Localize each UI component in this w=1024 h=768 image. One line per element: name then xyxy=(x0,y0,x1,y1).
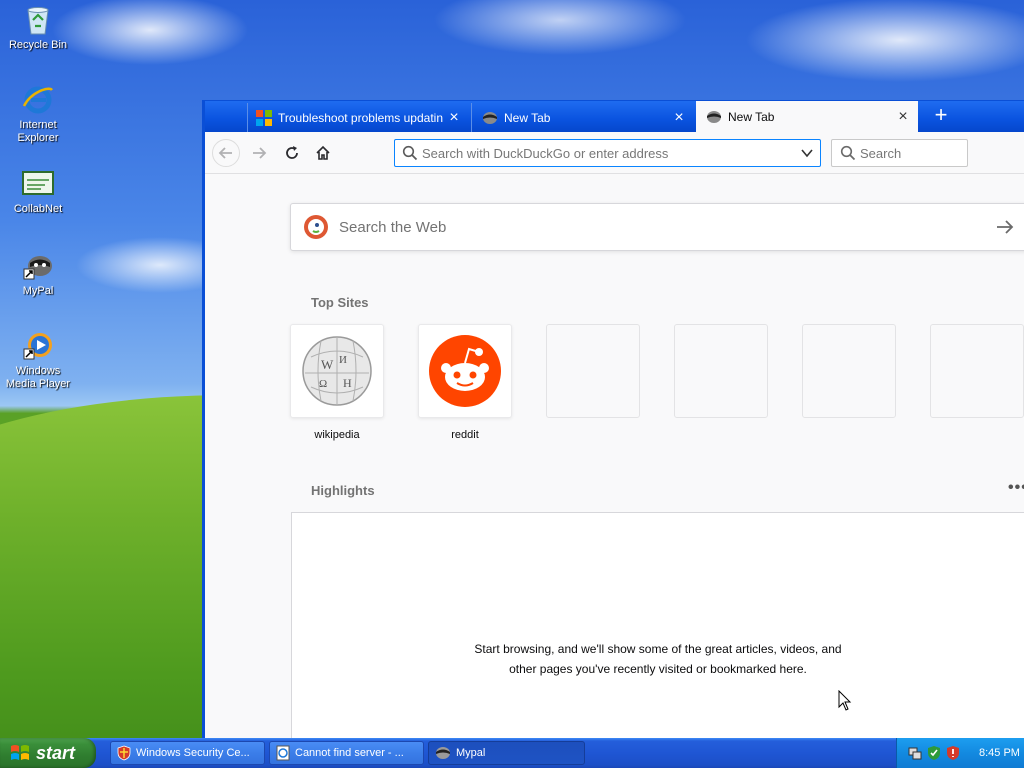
collabnet-icon xyxy=(22,171,54,195)
top-site-reddit[interactable] xyxy=(418,324,512,418)
top-sites-title: Top Sites xyxy=(311,295,369,310)
internet-explorer-icon xyxy=(22,86,53,114)
taskbar: start Windows Security Ce... Cannot find… xyxy=(0,738,1024,768)
top-site-empty[interactable] xyxy=(674,324,768,418)
web-search-box[interactable] xyxy=(290,203,1024,251)
desktop-icon-windows-media-player[interactable]: Windows Media Player xyxy=(0,330,76,391)
svg-text:И: И xyxy=(339,354,347,366)
reddit-icon xyxy=(429,335,501,407)
taskbar-item-label: Mypal xyxy=(456,747,486,759)
home-icon xyxy=(316,145,330,160)
tab-strip: Troubleshoot problems updating W × New T… xyxy=(205,101,1024,132)
address-input[interactable] xyxy=(418,145,800,161)
desktop-icon-label: Windows Media Player xyxy=(5,365,71,390)
tab-title: Troubleshoot problems updating W xyxy=(278,110,443,125)
taskbar-item-mypal[interactable]: Mypal xyxy=(428,741,585,765)
search-icon xyxy=(840,145,856,161)
web-search-input[interactable] xyxy=(329,218,995,236)
mypal-icon xyxy=(483,111,497,124)
close-icon[interactable]: × xyxy=(443,109,465,127)
search-input[interactable] xyxy=(856,145,959,161)
tab-troubleshoot[interactable]: Troubleshoot problems updating W × xyxy=(247,103,469,132)
windows-media-player-icon xyxy=(23,333,52,360)
tab-new-tab-1[interactable]: New Tab × xyxy=(471,103,694,132)
recycle-bin-icon xyxy=(27,7,49,35)
mouse-cursor-icon xyxy=(838,690,852,711)
reload-icon xyxy=(286,146,298,159)
chevron-down-icon[interactable] xyxy=(800,146,814,160)
svg-text:W: W xyxy=(321,357,334,372)
desktop-icon-label: Internet Explorer xyxy=(17,119,59,144)
ie-page-icon xyxy=(276,745,290,761)
url-bar[interactable] xyxy=(394,139,821,167)
desktop-icon-collabnet[interactable]: CollabNet xyxy=(0,168,76,216)
highlights-title: Highlights xyxy=(311,483,375,498)
desktop-icon-internet-explorer[interactable]: Internet Explorer xyxy=(0,84,76,145)
new-tab-page: Top Sites W И H Ω wikipedia r xyxy=(205,174,1024,740)
new-tab-button[interactable]: + xyxy=(930,104,952,127)
network-icon[interactable] xyxy=(907,745,923,761)
start-label: start xyxy=(36,742,76,763)
tab-title: New Tab xyxy=(504,110,551,125)
windows-logo-icon xyxy=(11,745,29,760)
browser-window: Troubleshoot problems updating W × New T… xyxy=(202,100,1024,740)
top-site-empty[interactable] xyxy=(802,324,896,418)
highlights-panel: Start browsing, and we'll show some of t… xyxy=(291,512,1024,740)
system-tray: 8:45 PM xyxy=(896,738,1024,768)
close-icon[interactable]: × xyxy=(892,108,914,126)
nav-toolbar xyxy=(205,132,1024,174)
desktop-icon-recycle-bin[interactable]: Recycle Bin xyxy=(0,4,76,52)
mypal-icon xyxy=(23,256,52,280)
desktop-icon-label: Recycle Bin xyxy=(8,39,68,51)
tab-title: New Tab xyxy=(728,109,775,124)
close-icon[interactable]: × xyxy=(668,109,690,127)
svg-text:Ω: Ω xyxy=(319,378,327,390)
forward-button[interactable] xyxy=(245,139,273,167)
back-button[interactable] xyxy=(212,139,240,167)
desktop-icon-mypal[interactable]: MyPal xyxy=(0,250,76,298)
desktop-icon-label: CollabNet xyxy=(13,203,63,215)
taskbar-item-windows-security[interactable]: Windows Security Ce... xyxy=(110,741,265,765)
top-site-wikipedia[interactable]: W И H Ω xyxy=(290,324,384,418)
arrow-right-icon[interactable] xyxy=(995,219,1015,235)
search-bar[interactable] xyxy=(831,139,968,167)
highlights-menu-button[interactable]: ••• xyxy=(1008,479,1024,497)
top-site-label: reddit xyxy=(451,429,479,441)
duckduckgo-icon xyxy=(304,215,328,239)
highlights-empty-message: Start browsing, and we'll show some of t… xyxy=(474,642,842,676)
top-site-empty[interactable] xyxy=(546,324,640,418)
arrow-right-icon xyxy=(253,147,267,159)
taskbar-item-cannot-find-server[interactable]: Cannot find server - ... xyxy=(269,741,424,765)
desktop-icon-label: MyPal xyxy=(22,285,54,297)
microsoft-logo-icon xyxy=(256,109,272,126)
search-icon xyxy=(402,145,418,161)
clock[interactable]: 8:45 PM xyxy=(979,747,1020,759)
mypal-icon xyxy=(707,110,721,123)
svg-text:H: H xyxy=(343,376,352,390)
top-site-empty[interactable] xyxy=(930,324,1024,418)
wikipedia-icon: W И H Ω xyxy=(302,336,372,406)
shield-check-icon[interactable] xyxy=(926,745,942,761)
security-alert-icon[interactable] xyxy=(945,745,961,761)
tab-new-tab-active[interactable]: New Tab × xyxy=(696,101,918,132)
start-button[interactable]: start xyxy=(0,738,96,768)
taskbar-item-label: Windows Security Ce... xyxy=(136,747,250,759)
arrow-left-icon xyxy=(218,147,232,159)
home-button[interactable] xyxy=(309,139,337,167)
taskbar-item-label: Cannot find server - ... xyxy=(295,747,404,759)
security-shield-icon xyxy=(117,745,131,761)
top-site-label: wikipedia xyxy=(314,429,360,441)
mypal-icon xyxy=(436,747,450,759)
reload-button[interactable] xyxy=(278,139,306,167)
